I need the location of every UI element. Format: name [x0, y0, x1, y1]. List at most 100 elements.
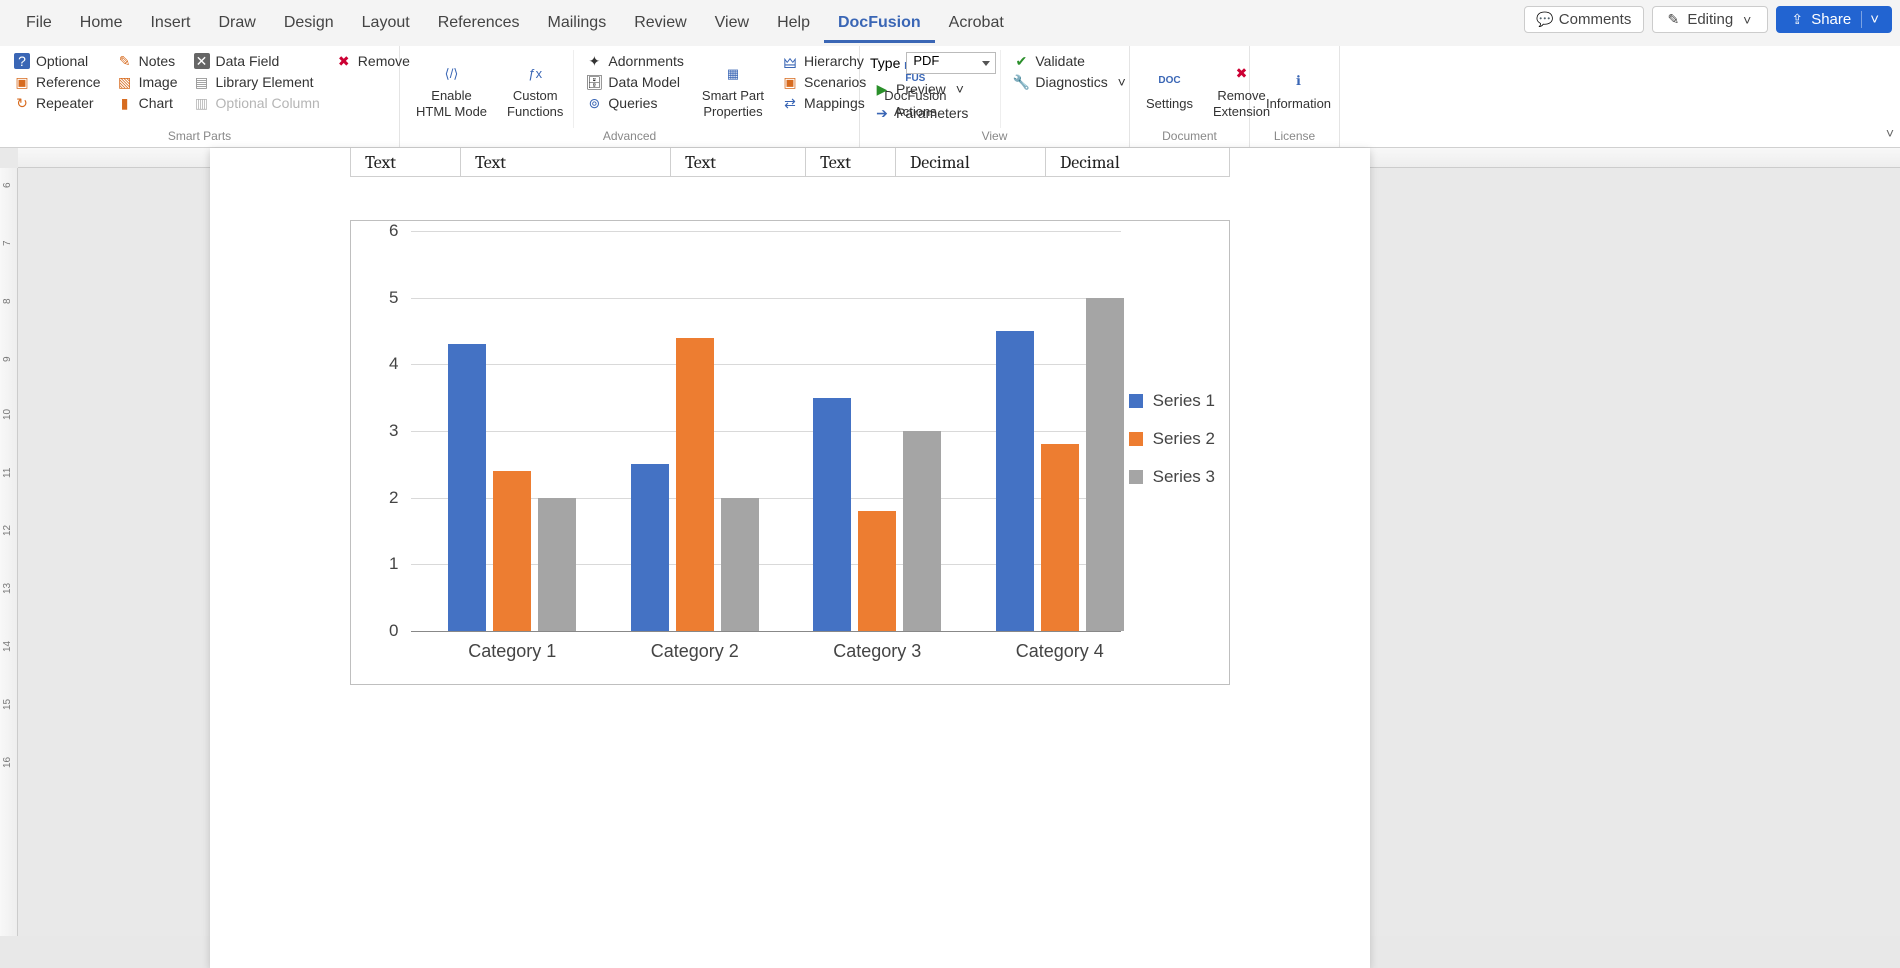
- x-tick-label: Category 1: [427, 641, 597, 662]
- info-icon: ℹ: [1282, 66, 1316, 96]
- y-tick-label: 5: [389, 288, 398, 308]
- image-icon: ▧: [117, 74, 133, 90]
- enable-html-mode-button[interactable]: ⟨/⟩ Enable HTML Mode: [406, 50, 497, 128]
- reference-icon: ▣: [14, 74, 30, 90]
- play-icon: ▶: [874, 81, 890, 97]
- x-tick-label: Category 4: [975, 641, 1145, 662]
- custom-functions-button[interactable]: ƒx Custom Functions: [497, 50, 573, 128]
- preview-button[interactable]: ▶ Preview ˅: [870, 80, 996, 98]
- smart-part-properties-button[interactable]: ▦ Smart Part Properties: [692, 50, 774, 128]
- data-field-button[interactable]: ✕ Data Field: [190, 52, 324, 70]
- library-element-button[interactable]: ▤ Library Element: [190, 73, 324, 91]
- column-icon: ▥: [194, 95, 210, 111]
- chevron-down-icon: ˅: [952, 81, 968, 97]
- adornments-icon: ✦: [586, 53, 602, 69]
- parameters-button[interactable]: ➔ Parameters: [870, 104, 996, 122]
- y-tick-label: 0: [389, 621, 398, 641]
- tab-draw[interactable]: Draw: [204, 4, 269, 43]
- chart-icon: ▮: [117, 95, 133, 111]
- information-button[interactable]: ℹ Information: [1256, 50, 1341, 128]
- legend-swatch-icon: [1129, 432, 1143, 446]
- chart-bar: [676, 338, 714, 631]
- validate-button[interactable]: ✔ Validate: [1009, 52, 1133, 70]
- y-tick-label: 4: [389, 354, 398, 374]
- legend-item: Series 3: [1129, 467, 1215, 487]
- chart-legend: Series 1 Series 2 Series 3: [1129, 391, 1215, 505]
- tab-view[interactable]: View: [701, 4, 763, 43]
- tab-home[interactable]: Home: [66, 4, 137, 43]
- optional-column-button[interactable]: ▥ Optional Column: [190, 94, 324, 112]
- repeater-button[interactable]: ↻ Repeater: [10, 94, 105, 112]
- optional-icon: ?: [14, 53, 30, 69]
- table-cell[interactable]: Text: [806, 148, 896, 176]
- tab-acrobat[interactable]: Acrobat: [935, 4, 1018, 43]
- pencil-icon: ✎: [1665, 12, 1681, 28]
- legend-label: Series 2: [1153, 429, 1215, 449]
- chart-bar: [996, 331, 1034, 631]
- tab-layout[interactable]: Layout: [348, 4, 424, 43]
- pencil-icon: ✎: [117, 53, 133, 69]
- ribbon-collapse-toggle[interactable]: ˅: [1886, 125, 1894, 141]
- queries-button[interactable]: ⊚ Queries: [582, 94, 687, 112]
- legend-item: Series 1: [1129, 391, 1215, 411]
- tab-design[interactable]: Design: [270, 4, 348, 43]
- tab-help[interactable]: Help: [763, 4, 824, 43]
- tab-mailings[interactable]: Mailings: [534, 4, 621, 43]
- settings-button[interactable]: DOC Settings: [1136, 50, 1203, 128]
- group-label-license: License: [1256, 128, 1333, 145]
- group-label-advanced: Advanced: [406, 128, 853, 145]
- comment-icon: 💬: [1537, 12, 1553, 28]
- optional-button[interactable]: ? Optional: [10, 52, 105, 70]
- editing-mode-button[interactable]: ✎ Editing ˅: [1652, 6, 1768, 33]
- data-field-icon: ✕: [194, 53, 210, 69]
- chart-bar: [858, 511, 896, 631]
- wrench-icon: 🔧: [1013, 74, 1029, 90]
- table-cell[interactable]: Text: [351, 148, 461, 176]
- legend-swatch-icon: [1129, 394, 1143, 408]
- mappings-button[interactable]: ⇄ Mappings: [778, 94, 870, 112]
- hierarchy-button[interactable]: 🜲 Hierarchy: [778, 52, 870, 70]
- table-cell[interactable]: Decimal: [896, 148, 1046, 176]
- document-page: TextTextTextTextDecimalDecimal 0123456 S…: [210, 148, 1370, 968]
- chevron-down-icon: ˅: [1114, 74, 1130, 90]
- diagnostics-button[interactable]: 🔧 Diagnostics ˅: [1009, 73, 1133, 91]
- mappings-icon: ⇄: [782, 95, 798, 111]
- type-select[interactable]: PDF: [906, 52, 996, 74]
- chevron-down-icon: ˅: [1739, 12, 1755, 28]
- tabs-right-cluster: 💬 Comments ✎ Editing ˅ ⇪ Share ˅: [1524, 6, 1892, 33]
- tab-insert[interactable]: Insert: [136, 4, 204, 43]
- remove-icon: ✖: [336, 53, 352, 69]
- database-icon: 🗄: [586, 74, 602, 90]
- chart-button[interactable]: ▮ Chart: [113, 94, 182, 112]
- share-label: Share: [1811, 11, 1851, 28]
- scenarios-button[interactable]: ▣ Scenarios: [778, 73, 870, 91]
- tab-review[interactable]: Review: [620, 4, 700, 43]
- properties-icon: ▦: [716, 58, 750, 88]
- chevron-down-icon: ˅: [1861, 11, 1879, 28]
- tab-docfusion[interactable]: DocFusion: [824, 4, 935, 43]
- table-cell[interactable]: Text: [671, 148, 806, 176]
- functions-icon: ƒx: [518, 58, 552, 88]
- table-header-row: TextTextTextTextDecimalDecimal: [350, 148, 1230, 177]
- ribbon: ? Optional ▣ Reference ↻ Repeater ✎ Note…: [0, 46, 1900, 148]
- html-icon: ⟨/⟩: [435, 58, 469, 88]
- table-cell[interactable]: Decimal: [1046, 148, 1211, 176]
- reference-button[interactable]: ▣ Reference: [10, 73, 105, 91]
- comments-button[interactable]: 💬 Comments: [1524, 6, 1645, 33]
- workspace: 123456789101112131415 678910111213141516…: [0, 148, 1900, 936]
- ribbon-group-document: DOC Settings ✖ Remove Extension Document: [1130, 46, 1250, 147]
- repeater-icon: ↻: [14, 95, 30, 111]
- embedded-chart[interactable]: 0123456 Series 1Series 2Series 3 Categor…: [350, 220, 1230, 685]
- notes-button[interactable]: ✎ Notes: [113, 52, 182, 70]
- share-button[interactable]: ⇪ Share ˅: [1776, 6, 1892, 33]
- tab-file[interactable]: File: [12, 4, 66, 43]
- table-cell[interactable]: Text: [461, 148, 671, 176]
- data-model-button[interactable]: 🗄 Data Model: [582, 73, 687, 91]
- image-button[interactable]: ▧ Image: [113, 73, 182, 91]
- chart-bar: [631, 464, 669, 631]
- editing-label: Editing: [1687, 11, 1733, 28]
- adornments-button[interactable]: ✦ Adornments: [582, 52, 687, 70]
- vertical-ruler[interactable]: 678910111213141516: [0, 168, 18, 936]
- tab-references[interactable]: References: [424, 4, 534, 43]
- ribbon-group-license: ℹ Information License: [1250, 46, 1340, 147]
